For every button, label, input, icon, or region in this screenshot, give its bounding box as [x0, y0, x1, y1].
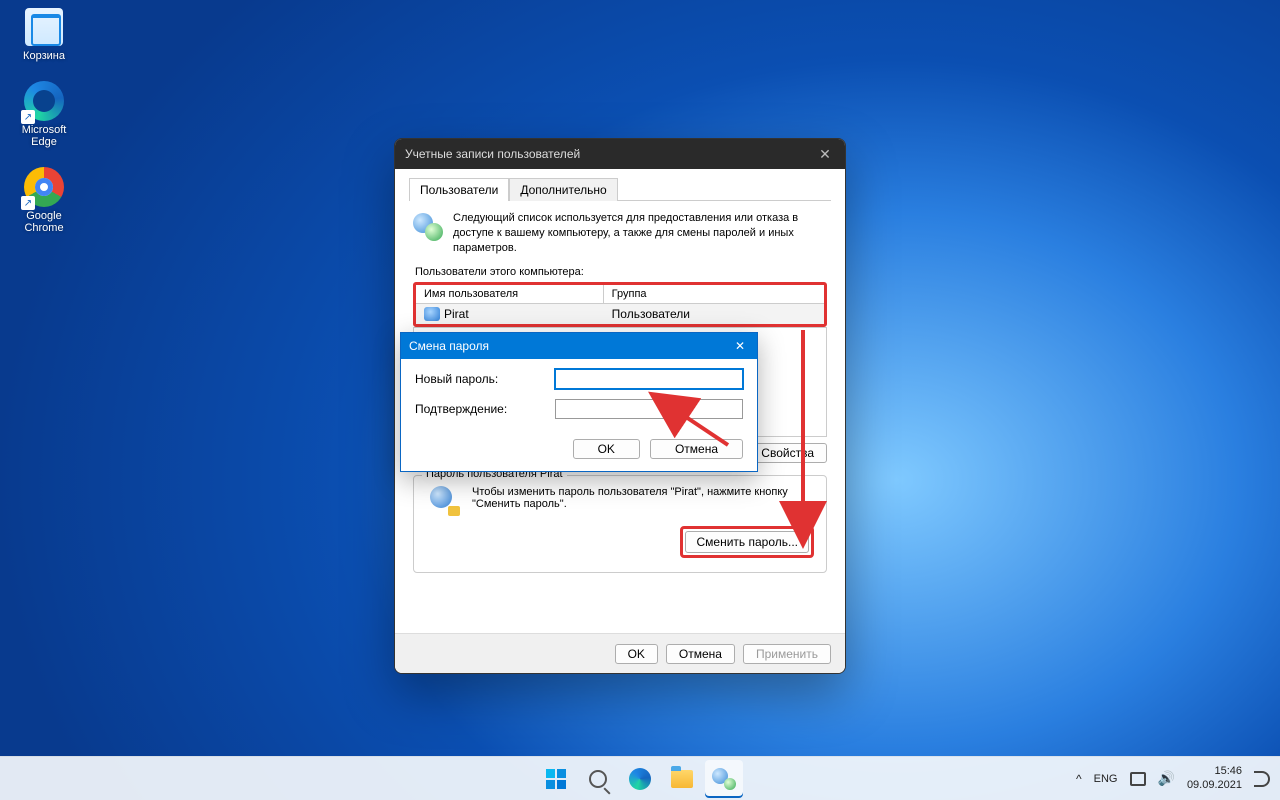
notifications-icon[interactable]: [1254, 771, 1270, 787]
network-icon[interactable]: [1130, 772, 1146, 786]
dialog-description: Следующий список используется для предос…: [453, 211, 827, 256]
taskbar-right: ^ ENG 🔊 15:46 09.09.2021: [1076, 765, 1280, 791]
user-list-header: Имя пользователя Группа: [416, 285, 824, 304]
clock-date: 09.09.2021: [1187, 779, 1242, 792]
edge-label: Microsoft Edge: [8, 124, 80, 148]
recycle-bin[interactable]: Корзина: [8, 6, 80, 62]
edge-icon: [629, 768, 651, 790]
taskbar-explorer[interactable]: [663, 760, 701, 798]
taskbar-user-accounts[interactable]: [705, 760, 743, 798]
change-password-highlight: Сменить пароль...: [680, 526, 814, 558]
recycle-bin-icon: [25, 8, 63, 46]
user-row[interactable]: Pirat Пользователи: [416, 304, 824, 324]
language-indicator[interactable]: ENG: [1094, 773, 1118, 785]
col-group[interactable]: Группа: [604, 285, 824, 304]
windows-logo-icon: [546, 769, 566, 789]
taskbar-edge[interactable]: [621, 760, 659, 798]
tray-overflow-button[interactable]: ^: [1076, 772, 1082, 786]
taskbar: ^ ENG 🔊 15:46 09.09.2021: [0, 756, 1280, 800]
modal-close-button[interactable]: ✕: [723, 333, 757, 359]
clock-time: 15:46: [1187, 765, 1242, 778]
edge-shortcut[interactable]: ↗ Microsoft Edge: [8, 80, 80, 148]
confirm-password-label: Подтверждение:: [415, 402, 555, 416]
change-password-button[interactable]: Сменить пароль...: [685, 531, 809, 553]
modal-ok-button[interactable]: OK: [573, 439, 640, 459]
change-password-modal: Смена пароля ✕ Новый пароль: Подтвержден…: [400, 332, 758, 472]
clock[interactable]: 15:46 09.09.2021: [1187, 765, 1242, 791]
new-password-label: Новый пароль:: [415, 372, 555, 386]
dialog-footer: OK Отмена Применить: [395, 633, 845, 673]
users-app-icon: [712, 768, 736, 790]
new-password-input[interactable]: [555, 369, 743, 389]
dialog-title: Учетные записи пользователей: [405, 147, 805, 161]
search-button[interactable]: [579, 760, 617, 798]
modal-title: Смена пароля: [409, 339, 723, 353]
desktop-icons: Корзина ↗ Microsoft Edge ↗ Google Chrome: [8, 6, 80, 234]
shortcut-arrow-icon: ↗: [21, 110, 35, 124]
start-button[interactable]: [537, 760, 575, 798]
chrome-label: Google Chrome: [8, 210, 80, 234]
user-group: Пользователи: [604, 304, 824, 324]
tab-advanced[interactable]: Дополнительно: [509, 178, 617, 201]
password-group: Пароль пользователя Pirat Чтобы изменить…: [413, 475, 827, 573]
user-key-icon: [426, 486, 460, 516]
dialog-close-button[interactable]: ✕: [805, 139, 845, 169]
user-list-highlight: Имя пользователя Группа Pirat Пользовате…: [413, 282, 827, 327]
file-explorer-icon: [671, 770, 693, 788]
search-icon: [589, 770, 607, 788]
dialog-apply-button[interactable]: Применить: [743, 644, 831, 664]
recycle-bin-label: Корзина: [23, 50, 65, 62]
dialog-titlebar[interactable]: Учетные записи пользователей ✕: [395, 139, 845, 169]
desktop: Корзина ↗ Microsoft Edge ↗ Google Chrome…: [0, 0, 1280, 800]
volume-icon[interactable]: 🔊: [1158, 770, 1175, 787]
chrome-shortcut[interactable]: ↗ Google Chrome: [8, 166, 80, 234]
shortcut-arrow-icon: ↗: [21, 196, 35, 210]
tab-row: Пользователи Дополнительно: [409, 177, 831, 201]
tab-users[interactable]: Пользователи: [409, 178, 509, 201]
properties-button-visible[interactable]: Свойства: [748, 443, 827, 463]
confirm-password-input[interactable]: [555, 399, 743, 419]
taskbar-center: [537, 760, 743, 798]
col-username[interactable]: Имя пользователя: [416, 285, 604, 304]
password-group-text: Чтобы изменить пароль пользователя "Pira…: [472, 486, 814, 516]
user-icon: [424, 307, 440, 321]
user-name: Pirat: [444, 307, 469, 321]
dialog-cancel-button[interactable]: Отмена: [666, 644, 735, 664]
users-icon: [413, 211, 443, 241]
dialog-ok-button[interactable]: OK: [615, 644, 658, 664]
user-list-label: Пользователи этого компьютера:: [395, 260, 845, 282]
modal-cancel-button[interactable]: Отмена: [650, 439, 743, 459]
modal-titlebar[interactable]: Смена пароля ✕: [401, 333, 757, 359]
